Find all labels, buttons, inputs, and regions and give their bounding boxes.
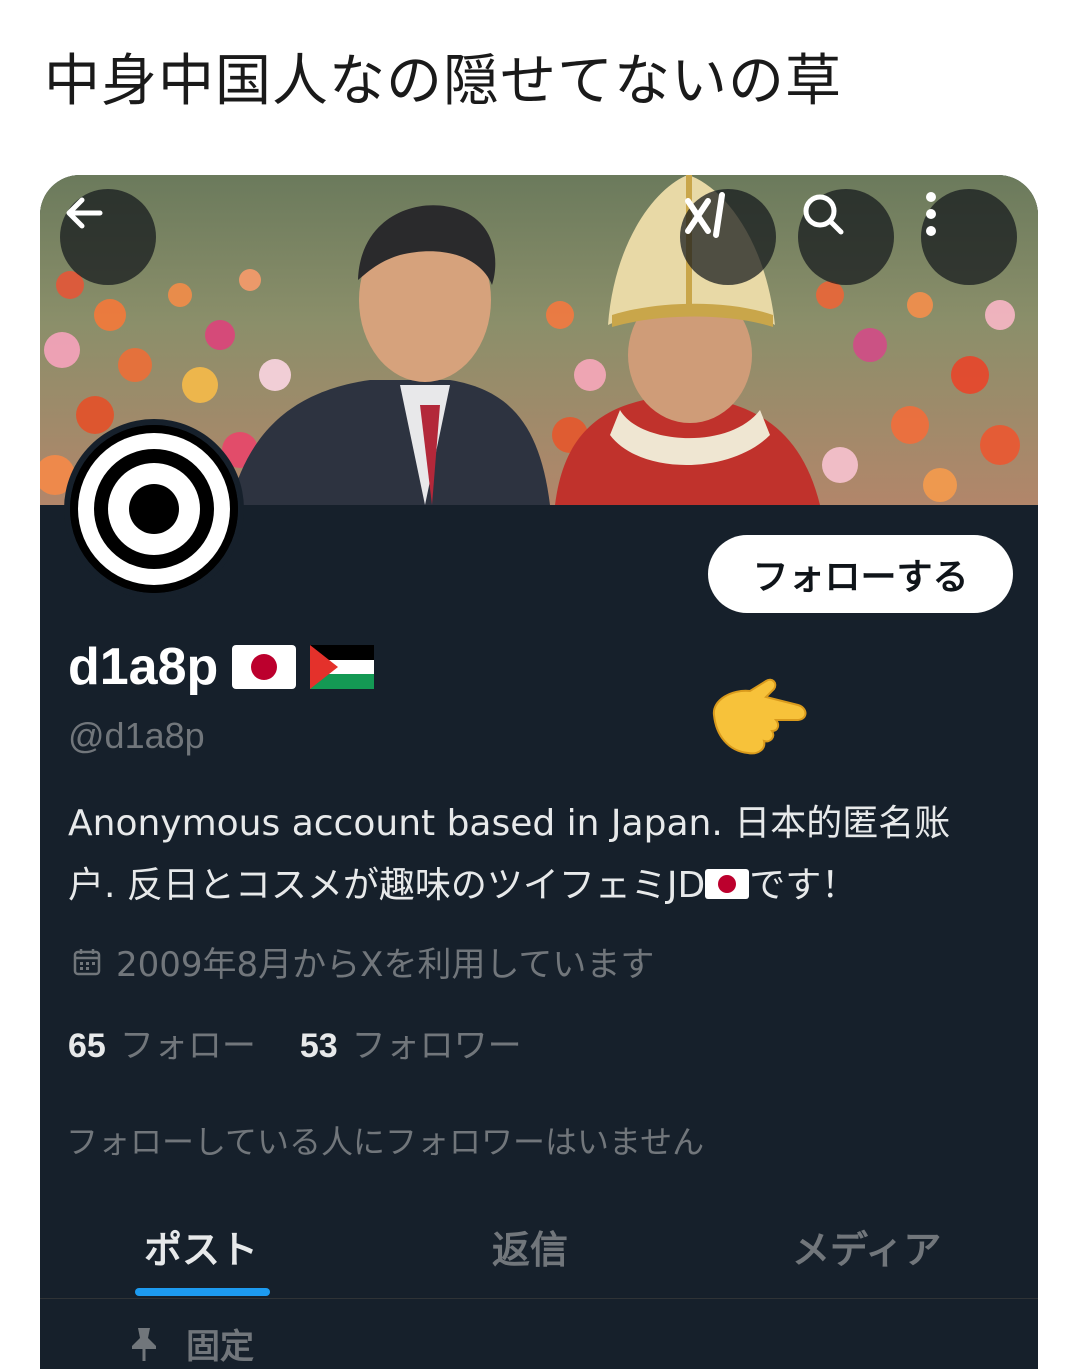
user-handle: @d1a8p	[68, 715, 205, 756]
bio-line-2-text: 户. 反日とコスメが趣味のツイフェミJD	[68, 865, 706, 906]
bio-line-2: 户. 反日とコスメが趣味のツイフェミJD です！	[68, 855, 1008, 917]
pinned-label: 固定	[186, 1327, 254, 1367]
mutual-followers-note: フォローしている人にフォロワーはいません	[66, 1123, 705, 1161]
target-logo-icon	[70, 425, 238, 593]
tab-media[interactable]: メディア	[792, 1219, 941, 1274]
profile-bio: Anonymous account based in Japan. 日本的匿名账…	[68, 793, 1008, 917]
tab-replies[interactable]: 返信	[492, 1219, 568, 1274]
more-options-button[interactable]	[921, 189, 1017, 285]
japan-flag-icon	[232, 645, 297, 689]
follow-counts: 65 フォロー 53 フォロワー	[68, 1018, 522, 1067]
japan-flag-icon	[705, 869, 750, 899]
followers-link[interactable]: 53 フォロワー	[300, 1018, 522, 1067]
pin-icon	[132, 1327, 156, 1361]
bio-line-1: Anonymous account based in Japan. 日本的匿名账	[68, 803, 951, 844]
more-vertical-icon	[926, 192, 936, 236]
joined-text: 2009年8月からXを利用しています	[116, 945, 655, 985]
grok-icon	[685, 192, 725, 238]
display-name-text: d1a8p	[68, 638, 219, 696]
following-count: 65	[68, 1027, 106, 1065]
calendar-icon	[73, 948, 101, 975]
bio-line-2-end: です！	[749, 865, 858, 906]
follow-button[interactable]: フォローする	[708, 535, 1013, 613]
followers-label: フォロワー	[351, 1026, 522, 1066]
palestine-flag-icon	[310, 645, 375, 689]
avatar-image	[70, 425, 238, 593]
search-icon	[803, 194, 844, 235]
following-link[interactable]: 65 フォロー	[68, 1018, 256, 1067]
followers-count: 53	[299, 1027, 338, 1065]
screenshot-page: 中身中国人なの隠せてないの草 フォローする d1a8p @d1a8p Anony…	[0, 0, 1078, 1369]
pinned-indicator: 固定	[130, 1319, 254, 1368]
grok-button[interactable]	[680, 189, 776, 285]
active-tab-indicator	[135, 1288, 270, 1296]
profile-tabs: ポスト 返信 メディア	[40, 1195, 1038, 1299]
pointing-hand-emoji-icon	[712, 678, 807, 755]
back-arrow-icon	[66, 197, 103, 229]
back-button[interactable]	[60, 189, 156, 285]
display-name: d1a8p	[68, 637, 375, 697]
avatar[interactable]	[64, 419, 244, 599]
joined-date: 2009年8月からXを利用しています	[72, 937, 654, 986]
tab-posts[interactable]: ポスト	[144, 1219, 258, 1274]
following-label: フォロー	[119, 1026, 256, 1066]
post-text: 中身中国人なの隠せてないの草	[44, 49, 842, 114]
profile-card: フォローする d1a8p @d1a8p Anonymous account ba…	[40, 175, 1038, 1369]
search-button[interactable]	[798, 189, 894, 285]
